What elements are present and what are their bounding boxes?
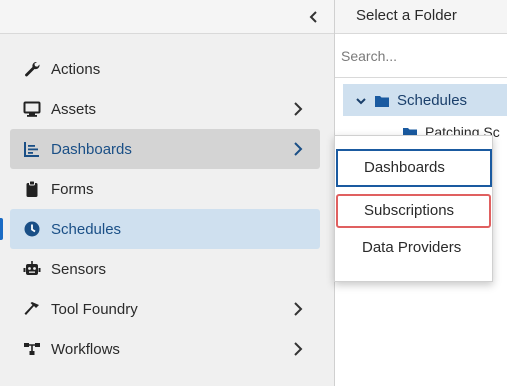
sidebar-header (0, 0, 334, 34)
sidebar-item-assets[interactable]: Assets (10, 89, 320, 129)
collapse-sidebar-button[interactable] (306, 7, 322, 27)
tree-node-label: Schedules (397, 91, 468, 109)
sidebar-item-label: Actions (51, 60, 101, 78)
tree-node-schedules[interactable]: Schedules (343, 84, 507, 116)
sidebar-item-actions[interactable]: Actions (10, 49, 320, 89)
sidebar-item-workflows[interactable]: Workflows (10, 329, 320, 369)
menu-item-subscriptions[interactable]: Subscriptions (336, 194, 491, 228)
sidebar-item-label: Tool Foundry (51, 300, 138, 318)
menu-item-dashboards[interactable]: Dashboards (336, 149, 492, 187)
chevron-right-icon (293, 141, 303, 157)
clipboard-icon (23, 180, 41, 198)
hammer-icon (23, 300, 41, 318)
folder-icon (375, 94, 389, 107)
sidebar-item-label: Forms (51, 180, 94, 198)
wrench-icon (23, 60, 41, 78)
panel-title: Select a Folder (335, 0, 507, 34)
sidebar-nav: Actions Assets Dashboards Forms Schedule… (0, 49, 334, 369)
robot-icon (23, 260, 41, 278)
sidebar-item-forms[interactable]: Forms (10, 169, 320, 209)
chevron-right-icon (293, 341, 303, 357)
search-box (335, 34, 507, 78)
sidebar-item-sensors[interactable]: Sensors (10, 249, 320, 289)
selection-indicator (0, 218, 3, 240)
chart-icon (23, 140, 41, 158)
sidebar-item-label: Schedules (51, 220, 122, 238)
sidebar-item-label: Assets (51, 100, 97, 118)
chevron-down-icon[interactable] (355, 94, 367, 106)
menu-item-data-providers[interactable]: Data Providers (335, 229, 492, 267)
dashboards-submenu: Dashboards Subscriptions Data Providers (334, 135, 493, 282)
sitemap-icon (23, 340, 41, 358)
sidebar-item-tool-foundry[interactable]: Tool Foundry (10, 289, 320, 329)
monitor-icon (23, 100, 41, 118)
sidebar-item-label: Workflows (51, 340, 120, 358)
sidebar-item-label: Dashboards (51, 140, 132, 158)
sidebar-item-dashboards[interactable]: Dashboards (10, 129, 320, 169)
chevron-right-icon (293, 101, 303, 117)
sidebar-item-label: Sensors (51, 260, 107, 278)
search-input[interactable] (335, 34, 507, 77)
sidebar: Actions Assets Dashboards Forms Schedule… (0, 0, 334, 386)
chevron-left-icon (309, 11, 317, 23)
chevron-right-icon (293, 301, 303, 317)
clock-icon (23, 220, 41, 238)
sidebar-item-schedules[interactable]: Schedules (0, 209, 320, 249)
